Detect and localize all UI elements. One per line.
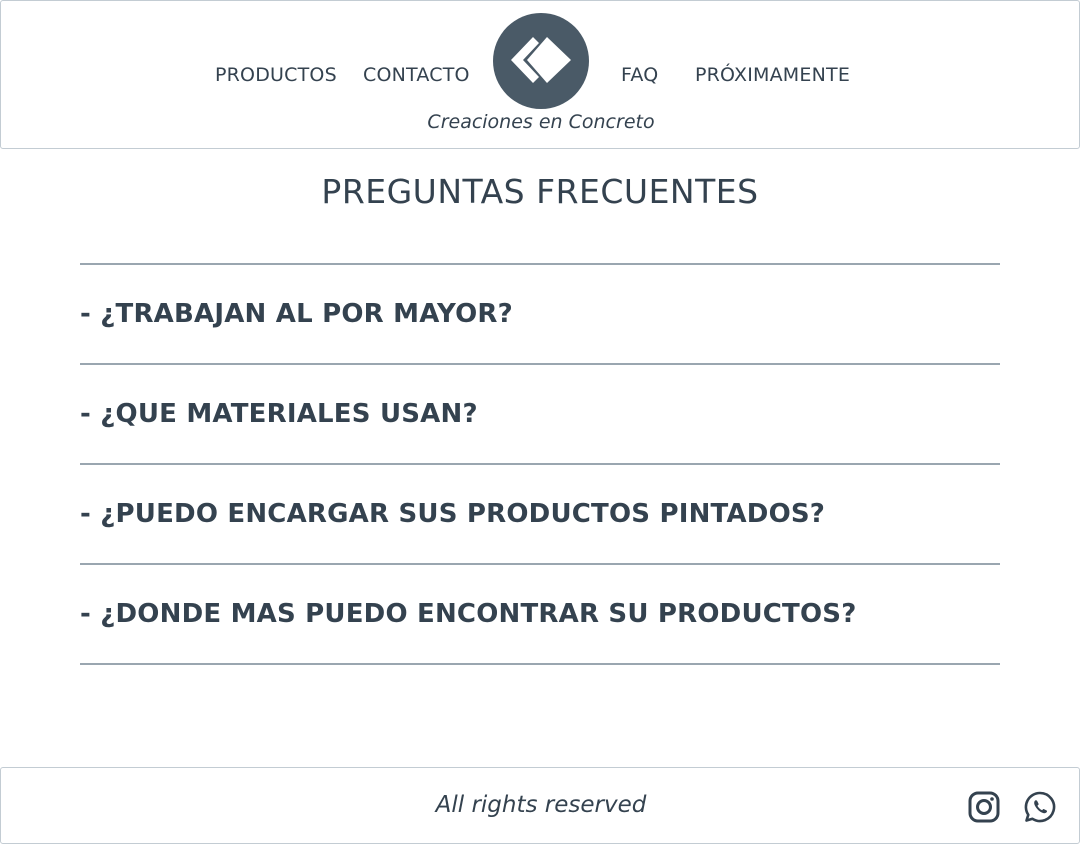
diamond-logo-icon (511, 37, 571, 83)
nav-faq[interactable]: FAQ (621, 63, 658, 87)
nav-proximamente[interactable]: PRÓXIMAMENTE (695, 63, 850, 87)
logo[interactable] (493, 13, 589, 109)
faq-question: - ¿QUE MATERIALES USAN? (80, 399, 478, 429)
site-header: PRODUCTOS CONTACTO FAQ PRÓXIMAMENTE Crea… (0, 0, 1080, 149)
whatsapp-icon[interactable] (1023, 790, 1057, 824)
nav-contacto[interactable]: CONTACTO (363, 63, 470, 87)
page-title: PREGUNTAS FRECUENTES (321, 172, 759, 211)
instagram-icon[interactable] (967, 790, 1001, 824)
faq-list: - ¿TRABAJAN AL POR MAYOR? - ¿QUE MATERIA… (80, 263, 1000, 665)
nav-productos[interactable]: PRODUCTOS (215, 63, 337, 87)
faq-question: - ¿TRABAJAN AL POR MAYOR? (80, 299, 513, 329)
faq-item[interactable]: - ¿QUE MATERIALES USAN? (80, 365, 1000, 465)
faq-item[interactable]: - ¿DONDE MAS PUEDO ENCONTRAR SU PRODUCTO… (80, 565, 1000, 665)
faq-question: - ¿PUEDO ENCARGAR SUS PRODUCTOS PINTADOS… (80, 499, 826, 529)
footer-copyright: All rights reserved (435, 792, 647, 818)
faq-question: - ¿DONDE MAS PUEDO ENCONTRAR SU PRODUCTO… (80, 599, 857, 629)
faq-item[interactable]: - ¿TRABAJAN AL POR MAYOR? (80, 265, 1000, 365)
faq-item[interactable]: - ¿PUEDO ENCARGAR SUS PRODUCTOS PINTADOS… (80, 465, 1000, 565)
site-footer: All rights reserved (0, 767, 1080, 844)
tagline: Creaciones en Concreto (427, 111, 655, 133)
